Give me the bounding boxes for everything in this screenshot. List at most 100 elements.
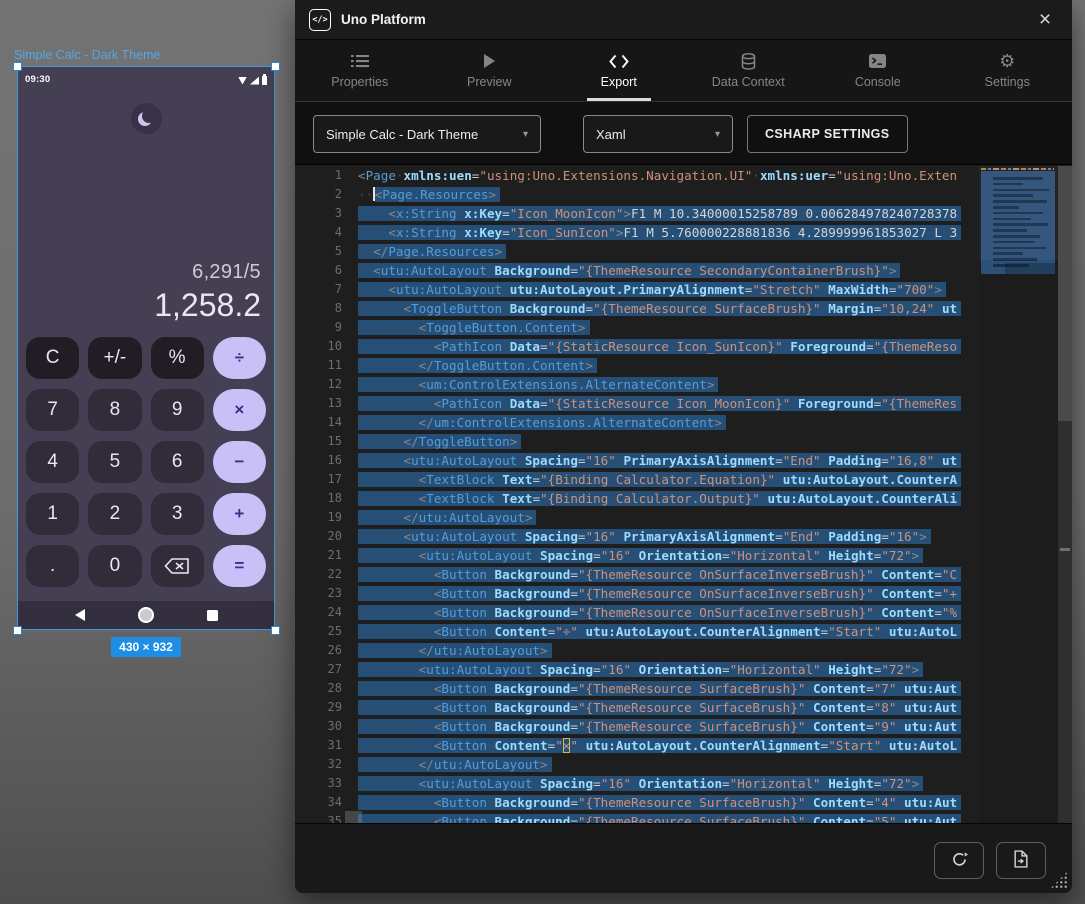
key-C[interactable]: C (26, 337, 79, 379)
key-2[interactable]: 2 (88, 493, 141, 535)
key-−[interactable]: − (213, 441, 266, 483)
line-number: 23 (295, 584, 358, 603)
line-number: 7 (295, 280, 358, 299)
properties-icon (351, 52, 369, 70)
scrollbar-tick (1060, 548, 1070, 551)
nav-back-icon[interactable] (75, 609, 85, 621)
line-number: 19 (295, 508, 358, 527)
selection-handle-bottom-left[interactable] (13, 626, 22, 635)
tab-data-context[interactable]: Data Context (684, 40, 814, 101)
export-icon (609, 52, 629, 70)
code-line-18: 18········<TextBlock·Text="{Binding·Calc… (295, 489, 979, 508)
tab-console[interactable]: Console (813, 40, 943, 101)
line-number: 5 (295, 242, 358, 261)
calc-display: 6,291/5 1,258.2 (18, 261, 274, 324)
code-line-24: 24··········<Button·Background="{ThemeRe… (295, 603, 979, 622)
line-number: 8 (295, 299, 358, 318)
resize-grip[interactable] (1050, 871, 1068, 889)
key-×[interactable]: × (213, 389, 266, 431)
key-4[interactable]: 4 (26, 441, 79, 483)
key-÷[interactable]: ÷ (213, 337, 266, 379)
key-+[interactable]: + (213, 493, 266, 535)
code-line-22: 22··········<Button·Background="{ThemeRe… (295, 565, 979, 584)
status-icons (238, 75, 267, 85)
key-9[interactable]: 9 (151, 389, 204, 431)
code-line-13: 13··········<PathIcon·Data="{StaticResou… (295, 394, 979, 413)
line-number: 33 (295, 774, 358, 793)
vertical-scrollbar[interactable] (1058, 166, 1072, 823)
size-badge: 430 × 932 (111, 637, 181, 657)
format-select[interactable]: Xaml ▾ (583, 115, 733, 153)
key-.[interactable]: . (26, 545, 79, 587)
tab-export[interactable]: Export (554, 40, 684, 101)
line-number: 25 (295, 622, 358, 641)
line-number: 9 (295, 318, 358, 337)
horizontal-scrollbar[interactable] (345, 811, 362, 823)
theme-toggle-button[interactable] (131, 103, 162, 134)
page-select[interactable]: Simple Calc - Dark Theme ▾ (313, 115, 541, 153)
tab-label: Properties (331, 75, 388, 89)
code-line-3: 3····<x:String·x:Key="Icon_MoonIcon">F1·… (295, 204, 979, 223)
wifi-icon (238, 77, 247, 85)
key-8[interactable]: 8 (88, 389, 141, 431)
nav-recents-icon[interactable] (207, 610, 218, 621)
phone-preview-title: Simple Calc - Dark Theme (14, 48, 160, 62)
bottom-panel (295, 823, 1072, 893)
code-line-17: 17········<TextBlock·Text="{Binding·Calc… (295, 470, 979, 489)
csharp-settings-button[interactable]: CSHARP SETTINGS (747, 115, 908, 153)
key-+/-[interactable]: +/- (88, 337, 141, 379)
line-number: 20 (295, 527, 358, 546)
key-3[interactable]: 3 (151, 493, 204, 535)
chevron-down-icon: ▾ (701, 129, 720, 140)
code-line-6: 6··<utu:AutoLayout·Background="{ThemeRes… (295, 261, 979, 280)
line-number: 6 (295, 261, 358, 280)
selection-handle-top-right[interactable] (271, 62, 280, 71)
tab-settings[interactable]: ⚙Settings (943, 40, 1073, 101)
selection-handle-bottom-right[interactable] (271, 626, 280, 635)
calc-display-spacer (18, 134, 274, 261)
android-nav-bar (18, 601, 274, 629)
code-line-32: 32········</utu:AutoLayout> (295, 755, 979, 774)
key-%[interactable]: % (151, 337, 204, 379)
refresh-button[interactable] (934, 842, 984, 879)
tab-properties[interactable]: Properties (295, 40, 425, 101)
code-lines[interactable]: 1<Page·xmlns:uen="using:Uno.Extensions.N… (295, 166, 979, 823)
battery-icon (262, 76, 267, 85)
line-number: 27 (295, 660, 358, 679)
tab-preview[interactable]: Preview (425, 40, 555, 101)
code-line-33: 33········<utu:AutoLayout·Spacing="16"·O… (295, 774, 979, 793)
selection-handle-top-left[interactable] (13, 62, 22, 71)
key-backspace[interactable] (151, 545, 204, 587)
tab-label: Settings (985, 75, 1030, 89)
export-file-button[interactable] (996, 842, 1046, 879)
nav-home-icon[interactable] (138, 607, 154, 623)
refresh-icon (951, 851, 968, 871)
key-=[interactable]: = (213, 545, 266, 587)
desktop: Simple Calc - Dark Theme 09:30 6,291/5 1… (0, 0, 1085, 904)
export-file-icon (1013, 850, 1029, 871)
code-line-35: 35··········<Button·Background="{ThemeRe… (295, 812, 979, 823)
key-0[interactable]: 0 (88, 545, 141, 587)
moon-icon (142, 109, 156, 123)
tab-bar: Properties PreviewExportData ContextConso… (295, 40, 1072, 102)
backspace-icon (164, 557, 190, 575)
key-5[interactable]: 5 (88, 441, 141, 483)
line-number: 31 (295, 736, 358, 755)
code-line-4: 4····<x:String·x:Key="Icon_SunIcon">F1·M… (295, 223, 979, 242)
page-select-value: Simple Calc - Dark Theme (326, 127, 478, 142)
key-1[interactable]: 1 (26, 493, 79, 535)
minimap[interactable] (979, 166, 1058, 823)
code-line-26: 26········</utu:AutoLayout> (295, 641, 979, 660)
vertical-scrollbar-thumb[interactable] (1058, 166, 1072, 421)
key-6[interactable]: 6 (151, 441, 204, 483)
line-number: 29 (295, 698, 358, 717)
code-line-34: 34··········<Button·Background="{ThemeRe… (295, 793, 979, 812)
code-line-21: 21········<utu:AutoLayout·Spacing="16"·O… (295, 546, 979, 565)
line-number: 13 (295, 394, 358, 413)
phone-preview[interactable]: 09:30 6,291/5 1,258.2 C+/-%÷789×456−123+… (17, 66, 275, 630)
line-number: 26 (295, 641, 358, 660)
close-icon[interactable]: × (1032, 9, 1058, 30)
code-line-19: 19······</utu:AutoLayout> (295, 508, 979, 527)
minimap-viewport (979, 166, 1058, 260)
key-7[interactable]: 7 (26, 389, 79, 431)
